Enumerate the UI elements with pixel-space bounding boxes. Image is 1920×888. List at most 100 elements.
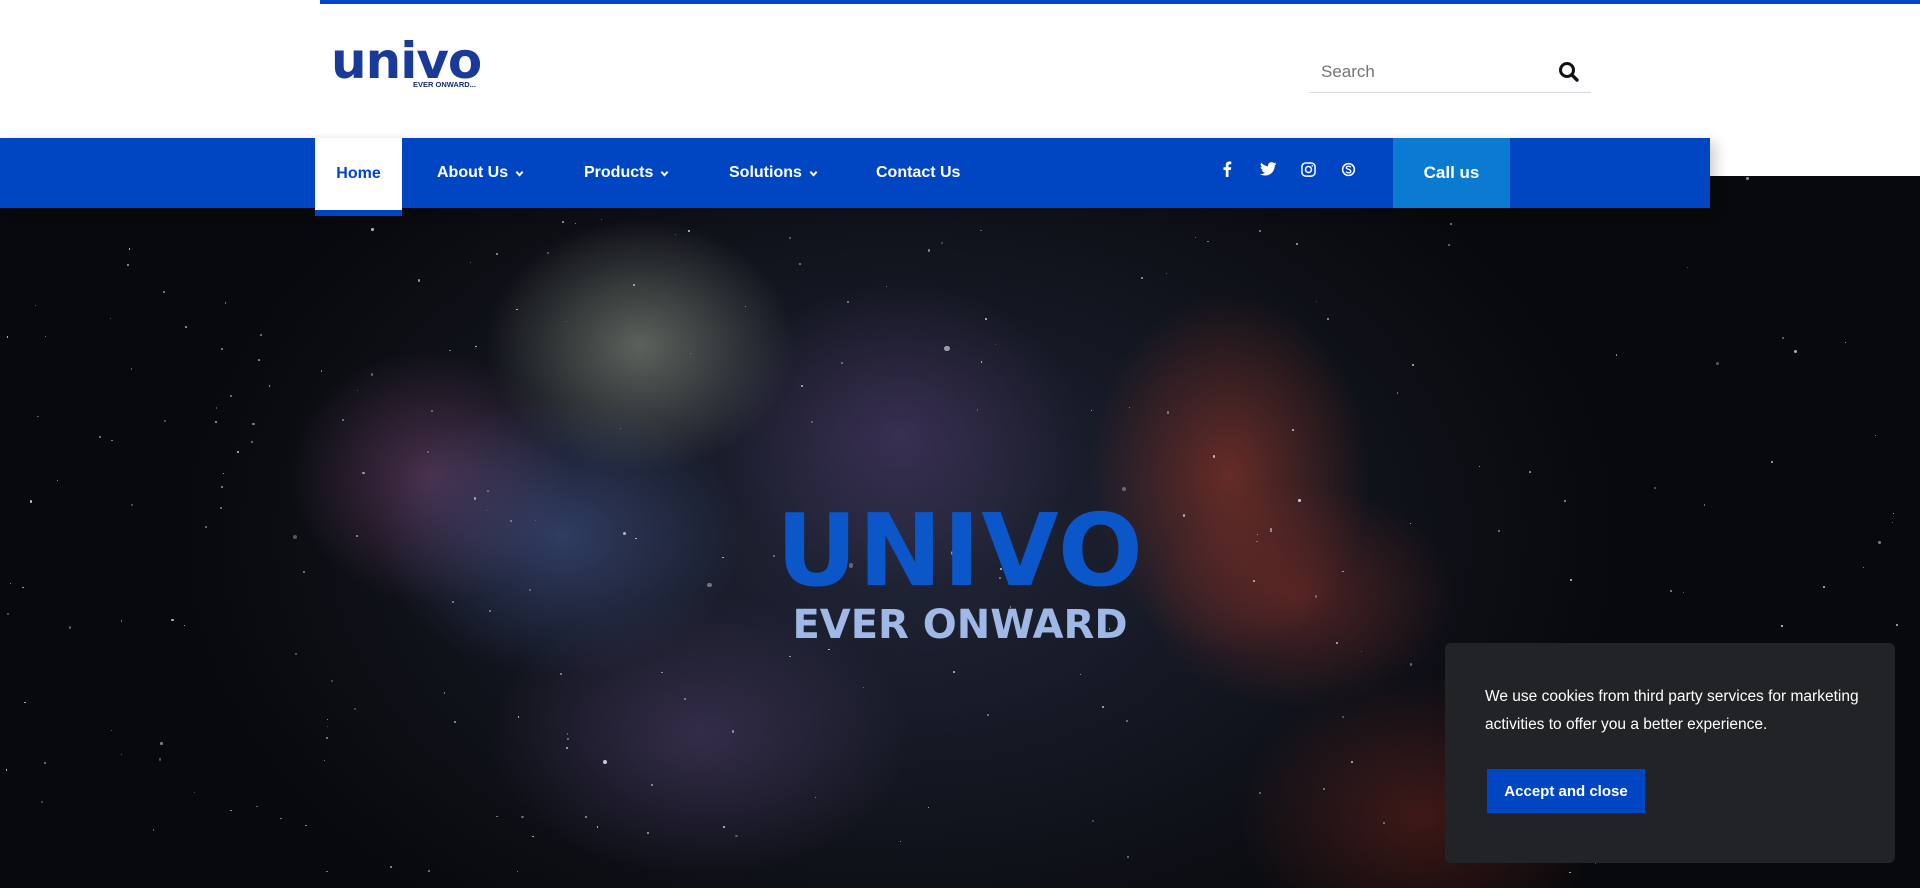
star (431, 409, 433, 412)
star (799, 263, 801, 265)
hero-subtitle: EVER ONWARD (792, 602, 1128, 648)
star (846, 300, 850, 303)
star (34, 304, 36, 306)
star (532, 835, 534, 837)
star (651, 783, 654, 786)
star (789, 236, 792, 239)
nav-item-about-us[interactable]: About Us (437, 138, 524, 208)
star (1342, 715, 1344, 718)
star (952, 671, 955, 674)
star (1781, 337, 1785, 340)
site-logo[interactable]: univo EVER ONWARD... (331, 34, 482, 92)
star (130, 368, 133, 371)
twitter-icon[interactable] (1258, 159, 1278, 179)
nav-item-home[interactable]: Home (315, 138, 402, 216)
star (566, 733, 569, 735)
star (1126, 720, 1128, 722)
star (24, 702, 26, 704)
star (584, 815, 587, 819)
star (1411, 364, 1414, 367)
accept-cookies-button[interactable]: Accept and close (1487, 769, 1645, 813)
star (1090, 409, 1093, 412)
star (732, 730, 735, 733)
star (1745, 176, 1750, 181)
star (1686, 267, 1688, 269)
star (1126, 856, 1129, 859)
star (225, 302, 227, 304)
star (789, 656, 791, 658)
star (1350, 760, 1353, 763)
star (443, 692, 446, 694)
star (1291, 429, 1294, 432)
search-input[interactable] (1321, 59, 1541, 85)
star (521, 815, 524, 819)
star (1793, 350, 1797, 354)
star (984, 317, 987, 320)
star (1528, 471, 1531, 473)
star (735, 834, 738, 837)
star (1478, 465, 1480, 467)
star (327, 718, 329, 720)
star (1449, 223, 1452, 225)
star (221, 486, 224, 488)
star (1569, 871, 1571, 874)
star (128, 248, 131, 250)
star (565, 747, 568, 749)
star (1448, 243, 1451, 246)
star (495, 253, 498, 256)
star (1327, 318, 1330, 321)
star (862, 687, 864, 689)
nav-item-label: Contact Us (876, 164, 961, 181)
star (980, 229, 982, 232)
search-box (1309, 53, 1591, 93)
star (214, 421, 217, 423)
star (185, 325, 188, 329)
star (1845, 341, 1847, 344)
star (1259, 792, 1261, 794)
star (1615, 353, 1618, 356)
star (1383, 821, 1386, 824)
star (684, 697, 687, 700)
star (417, 279, 420, 282)
star (320, 370, 322, 372)
cookie-message: We use cookies from third party services… (1485, 688, 1859, 733)
nav-item-products[interactable]: Products (584, 138, 669, 208)
facebook-icon[interactable] (1217, 159, 1237, 179)
star (371, 373, 374, 376)
star (496, 815, 498, 817)
star (801, 385, 803, 387)
nav-item-solutions[interactable]: Solutions (729, 138, 818, 208)
star (516, 870, 518, 872)
star (193, 792, 196, 794)
star (449, 349, 452, 352)
star (562, 221, 564, 224)
star (221, 348, 223, 350)
skype-icon[interactable] (1338, 159, 1358, 179)
instagram-icon[interactable] (1298, 159, 1318, 179)
star (841, 362, 843, 364)
star (899, 840, 902, 843)
star (215, 407, 218, 409)
star (1140, 277, 1144, 280)
star (828, 648, 830, 651)
star (268, 385, 270, 387)
nav-item-contact-us[interactable]: Contact Us (876, 138, 960, 208)
star (162, 291, 165, 293)
star (980, 361, 983, 363)
star (602, 760, 607, 765)
call-us-button[interactable]: Call us (1393, 138, 1510, 208)
star (390, 866, 393, 869)
star (110, 730, 113, 732)
star (1874, 434, 1876, 437)
search-icon[interactable] (1557, 60, 1581, 84)
nav-item-label: Products (584, 164, 654, 181)
star (596, 826, 598, 828)
cookie-banner: We use cookies from third party services… (1445, 643, 1895, 863)
star (1121, 486, 1126, 492)
star (559, 672, 562, 675)
star (944, 345, 950, 351)
star (995, 344, 997, 346)
nav-item-label: Home (336, 165, 381, 182)
star (5, 769, 7, 771)
star (280, 817, 283, 820)
